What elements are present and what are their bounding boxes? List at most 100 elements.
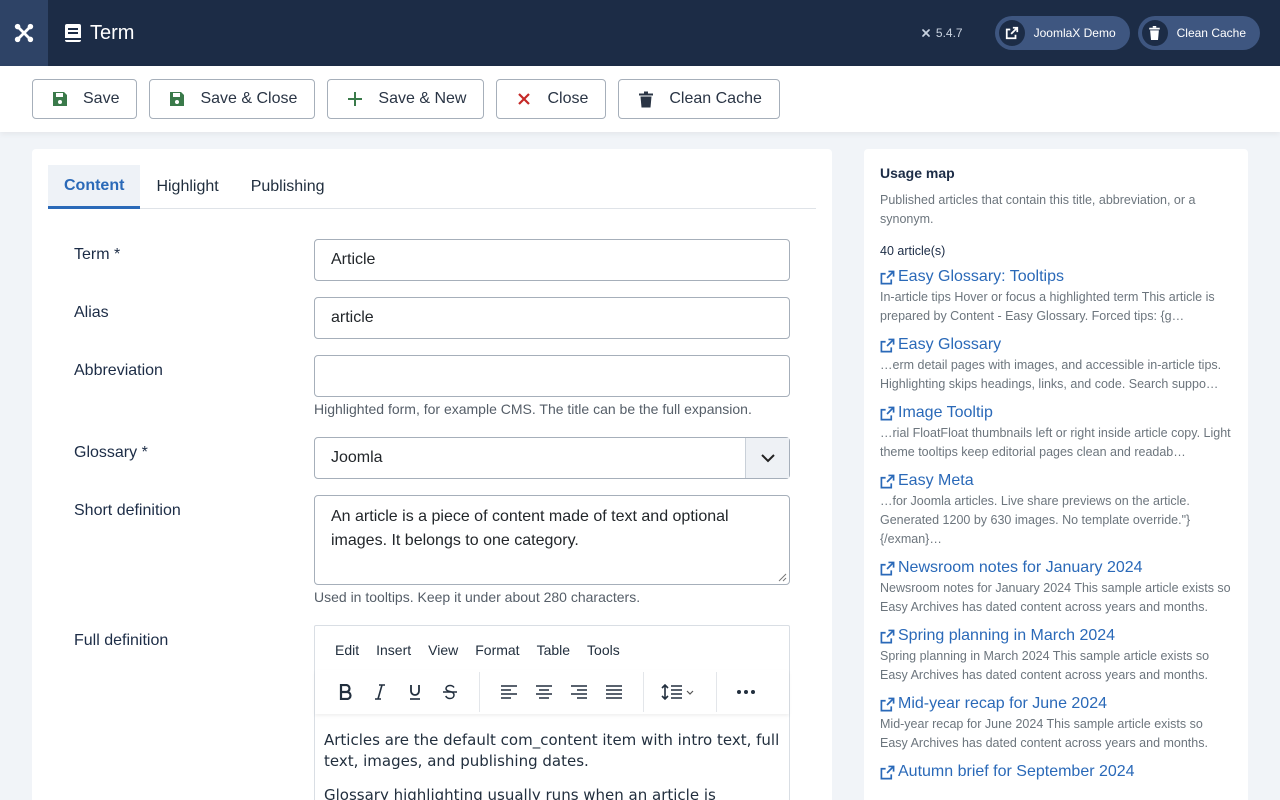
save-close-button[interactable]: Save & Close [149,79,316,119]
article-count: 40 article(s) [880,244,946,258]
usage-article-item: Easy Meta …for Joomla articles. Live shar… [880,472,1232,549]
usage-article-title: Mid-year recap for June 2024 [898,695,1107,712]
usage-map-title: Usage map [880,165,955,181]
usage-article-item: Spring planning in March 2024 Spring plan… [880,627,1232,685]
tab-content[interactable]: Content [48,165,141,209]
external-link-icon [880,561,895,575]
usage-article-snippet: Newsroom notes for January 2024 This sam… [880,581,1231,614]
usage-article-link[interactable]: Easy Meta [880,472,1232,490]
align-center-icon[interactable] [532,680,556,704]
strikethrough-icon[interactable] [438,680,462,704]
usage-article-link[interactable]: Easy Glossary [880,336,1232,354]
header-clean-cache-button[interactable]: Clean Cache [1137,16,1260,50]
external-link-icon [880,406,895,420]
header-clean-cache-label: Clean Cache [1176,26,1246,40]
chevron-down-icon [745,438,789,478]
version-text: 5.4.7 [935,26,963,40]
clean-cache-label: Clean Cache [669,90,762,107]
usage-article-item: Mid-year recap for June 2024 Mid-year rec… [880,695,1232,753]
tab-publishing[interactable]: Publishing [235,165,341,209]
usage-article-title: Newsroom notes for January 2024 [898,559,1143,576]
version-label: 5.4.7 [920,26,963,40]
plus-icon [346,90,364,108]
usage-article-item: Image Tooltip …rial FloatFloat thumbnails… [880,404,1232,462]
usage-article-snippet: …erm detail pages with images, and acces… [880,358,1222,391]
external-link-icon [880,474,895,488]
usage-article-link[interactable]: Autumn brief for September 2024 [880,763,1232,781]
save-new-button[interactable]: Save & New [327,79,485,119]
app-header: Term 5.4.7 JoomlaX Demo Clean Cache [0,0,1280,66]
menu-format[interactable]: Format [475,642,519,658]
floppy-icon [168,90,186,108]
usage-article-title: Autumn brief for September 2024 [898,763,1135,780]
external-link-icon [880,697,895,711]
alias-value: article [331,309,374,326]
save-label: Save [83,90,120,107]
line-height-icon[interactable] [659,680,699,704]
clean-cache-button[interactable]: Clean Cache [618,79,780,119]
menu-table[interactable]: Table [537,642,570,658]
term-input[interactable]: Article [314,239,790,281]
alias-label: Alias [74,304,109,321]
usage-article-item: Autumn brief for September 2024 [880,763,1232,781]
term-value: Article [331,251,376,268]
usage-article-link[interactable]: Newsroom notes for January 2024 [880,559,1232,577]
trash-icon [1141,20,1168,46]
save-button[interactable]: Save [32,79,138,119]
bold-icon[interactable] [333,680,357,704]
glossary-select[interactable]: Joomla [314,437,790,479]
align-justify-icon[interactable] [602,680,626,704]
usage-article-title: Easy Glossary: Tooltips [898,268,1064,285]
short-definition-textarea[interactable]: An article is a piece of content made of… [314,495,790,585]
view-site-button[interactable]: JoomlaX Demo [994,16,1130,50]
usage-article-link[interactable]: Spring planning in March 2024 [880,627,1232,645]
usage-article-item: Newsroom notes for January 2024 Newsroom … [880,559,1232,617]
usage-map-description: Published articles that contain this tit… [880,193,1196,226]
book-icon [65,24,81,42]
menu-tools[interactable]: Tools [587,642,620,658]
align-left-icon[interactable] [497,680,521,704]
usage-article-link[interactable]: Easy Glossary: Tooltips [880,268,1232,286]
menu-edit[interactable]: Edit [335,642,359,658]
external-link-icon [998,20,1025,46]
alias-input[interactable]: article [314,297,790,339]
save-new-label: Save & New [378,90,467,107]
view-site-label: JoomlaX Demo [1033,26,1116,40]
usage-article-item: Easy Glossary …erm detail pages with imag… [880,336,1232,394]
usage-article-link[interactable]: Image Tooltip [880,404,1232,422]
close-button[interactable]: Close [496,79,607,119]
usage-article-link[interactable]: Mid-year recap for June 2024 [880,695,1232,713]
more-icon[interactable] [734,680,758,704]
abbreviation-label: Abbreviation [74,362,163,379]
joomla-logo[interactable] [0,0,48,66]
usage-article-title: Easy Meta [898,472,974,489]
editor-content[interactable]: Articles are the default com_content ite… [324,730,783,800]
editor-toolbar [315,670,789,714]
usage-article-snippet: Mid-year recap for June 2024 This sample… [880,717,1208,750]
editor-menubar: Edit Insert View Format Table Tools [315,626,789,658]
tab-highlight[interactable]: Highlight [140,165,234,209]
article-list: Easy Glossary: Tooltips In-article tips H… [880,268,1232,781]
external-link-icon [880,629,895,643]
trash-icon [637,90,655,108]
glossary-label: Glossary * [74,444,148,461]
usage-map-panel: Usage map Published articles that contai… [864,149,1248,800]
editor-paragraph: Glossary highlighting usually runs when … [324,786,716,800]
menu-view[interactable]: View [428,642,458,658]
underline-icon[interactable] [403,680,427,704]
page-title: Term [90,21,135,44]
close-icon [515,90,533,108]
term-label: Term * [74,246,121,263]
menu-insert[interactable]: Insert [376,642,411,658]
italic-icon[interactable] [368,680,392,704]
align-right-icon[interactable] [567,680,591,704]
save-close-label: Save & Close [200,90,298,107]
joomla-small-icon [922,29,930,37]
usage-article-snippet: In-article tips Hover or focus a highlig… [880,290,1215,323]
external-link-icon [880,338,895,352]
usage-article-snippet: …for Joomla articles. Live share preview… [880,494,1191,546]
resize-handle-icon[interactable] [777,572,787,582]
abbreviation-input[interactable] [314,355,790,397]
usage-article-item: Easy Glossary: Tooltips In-article tips H… [880,268,1232,326]
abbreviation-help: Highlighted form, for example CMS. The t… [314,401,752,417]
